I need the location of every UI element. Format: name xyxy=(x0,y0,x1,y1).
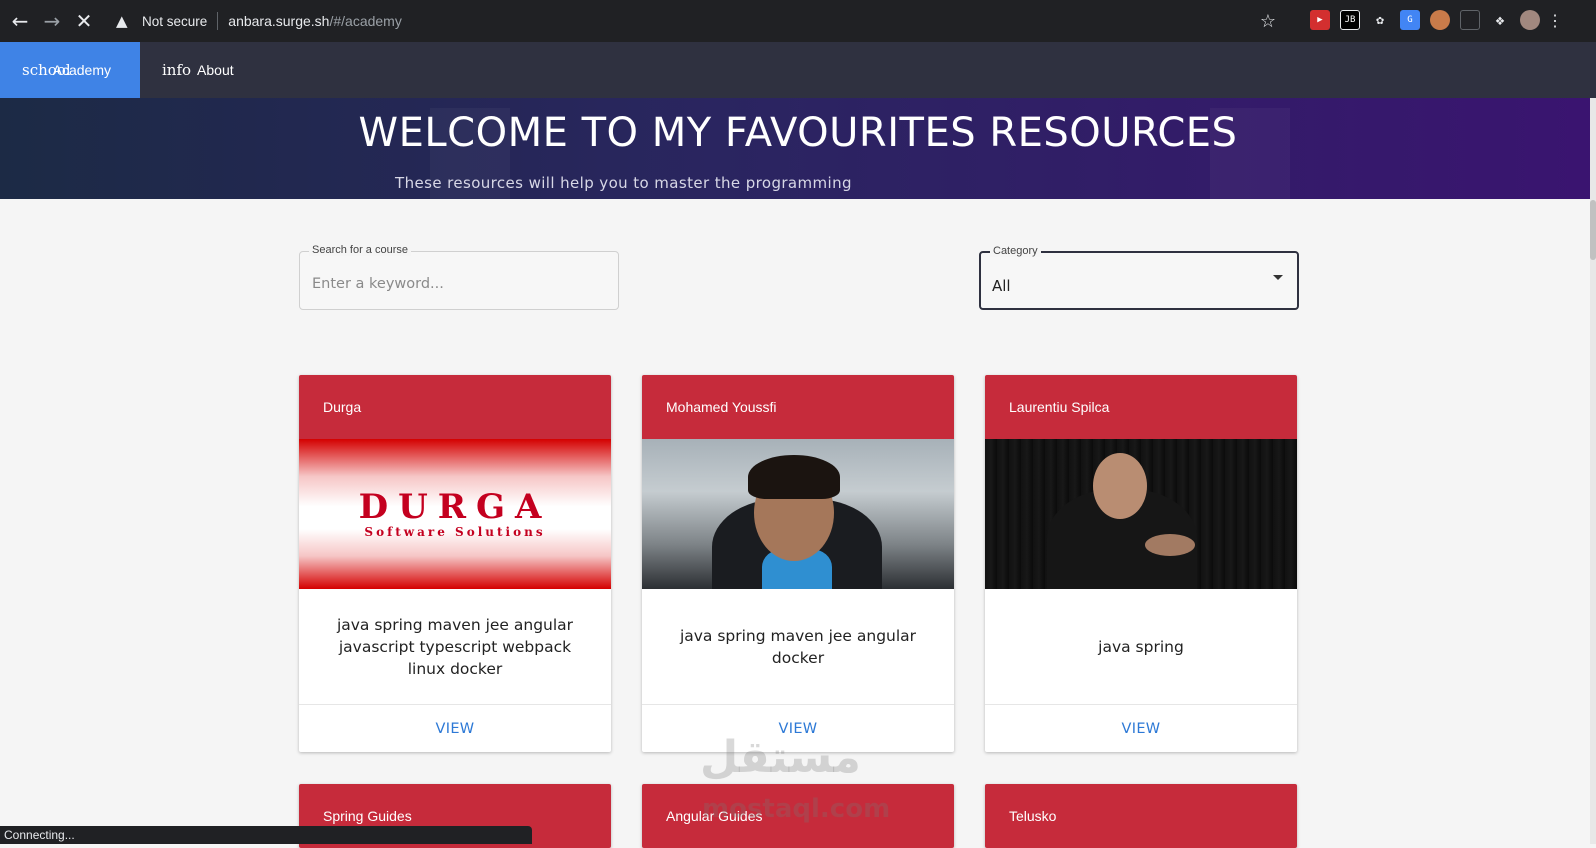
security-label[interactable]: Not secure xyxy=(142,14,207,29)
spilca-photo xyxy=(985,439,1297,589)
card-title: Durga xyxy=(299,375,611,439)
search-label: Search for a course xyxy=(309,244,411,256)
view-button[interactable]: VIEW xyxy=(436,721,475,737)
address-bar[interactable]: ▲ Not secure anbara.surge.sh /#/academy … xyxy=(108,6,1290,36)
translate-extension-icon[interactable]: G xyxy=(1400,10,1420,30)
course-card: Durga DURGA Software Solutions java spri… xyxy=(299,375,611,752)
url-host[interactable]: anbara.surge.sh xyxy=(228,13,329,29)
kebab-menu-icon[interactable]: ⋮ xyxy=(1547,10,1563,30)
forward-arrow-icon[interactable]: → xyxy=(36,5,68,37)
nav-about-label: About xyxy=(197,62,234,78)
youssfi-photo xyxy=(642,439,954,589)
card-actions: VIEW xyxy=(299,704,611,752)
card-title: Telusko xyxy=(985,784,1297,848)
app-navbar: school Academy info About xyxy=(0,42,1596,98)
nav-academy[interactable]: school Academy xyxy=(0,42,140,98)
card-tags: java spring xyxy=(1098,637,1184,656)
category-select[interactable]: Category All xyxy=(979,245,1299,310)
hero-title: WELCOME TO MY FAVOURITES RESOURCES xyxy=(358,110,1238,156)
nav-about[interactable]: info About xyxy=(140,42,256,98)
omnibox-divider xyxy=(217,12,219,30)
stop-loading-icon[interactable]: ✕ xyxy=(68,5,100,37)
profile-avatar-icon[interactable] xyxy=(1520,10,1540,30)
card-title: Mohamed Youssfi xyxy=(642,375,954,439)
bookmark-star-icon[interactable]: ☆ xyxy=(1260,11,1276,32)
watermark-latin: mostaql.com xyxy=(702,794,891,824)
warning-icon: ▲ xyxy=(116,12,128,30)
durga-logo-image: DURGA Software Solutions xyxy=(299,439,611,589)
info-icon: info xyxy=(162,61,192,79)
card-title: Laurentiu Spilca xyxy=(985,375,1297,439)
ghost-extension-icon[interactable]: ✿ xyxy=(1370,10,1390,30)
card-actions: VIEW xyxy=(985,704,1297,752)
page-scrollbar-thumb[interactable] xyxy=(1590,200,1596,260)
hero-subtitle: These resources will help you to master … xyxy=(395,174,852,192)
hero-banner: WELCOME TO MY FAVOURITES RESOURCES These… xyxy=(0,98,1596,199)
url-path[interactable]: /#/academy xyxy=(329,13,401,29)
category-label: Category xyxy=(990,245,1041,257)
card-tags: java spring maven jee angular docker xyxy=(679,626,917,667)
category-value[interactable]: All xyxy=(992,277,1011,295)
course-card: Laurentiu Spilca java spring VIEW xyxy=(985,375,1297,752)
search-input[interactable] xyxy=(312,276,602,292)
dropdown-arrow-icon[interactable] xyxy=(1273,275,1283,280)
search-field[interactable]: Search for a course xyxy=(299,244,619,310)
card-tags: java spring maven jee angular javascript… xyxy=(336,615,574,678)
watermark-arabic: مستقل xyxy=(700,732,861,783)
nav-academy-label: Academy xyxy=(52,62,111,78)
video-extension-icon[interactable]: ▶ xyxy=(1310,10,1330,30)
durga-logo-tagline: Software Solutions xyxy=(364,525,546,539)
status-bubble: Connecting... xyxy=(0,826,532,844)
square-extension-icon[interactable] xyxy=(1460,10,1480,30)
jetbrains-extension-icon[interactable]: JB xyxy=(1340,10,1360,30)
extensions-bar: ▶ JB ✿ G ❖ ⋮ xyxy=(1310,10,1563,30)
durga-logo-text: DURGA xyxy=(358,487,552,527)
course-card: Telusko xyxy=(985,784,1297,848)
orange-extension-icon[interactable] xyxy=(1430,10,1450,30)
back-arrow-icon[interactable]: ← xyxy=(4,5,36,37)
view-button[interactable]: VIEW xyxy=(1122,721,1161,737)
puzzle-extensions-icon[interactable]: ❖ xyxy=(1490,10,1510,30)
browser-toolbar: ← → ✕ ▲ Not secure anbara.surge.sh /#/ac… xyxy=(0,0,1596,42)
course-card: Mohamed Youssfi java spring maven jee an… xyxy=(642,375,954,752)
